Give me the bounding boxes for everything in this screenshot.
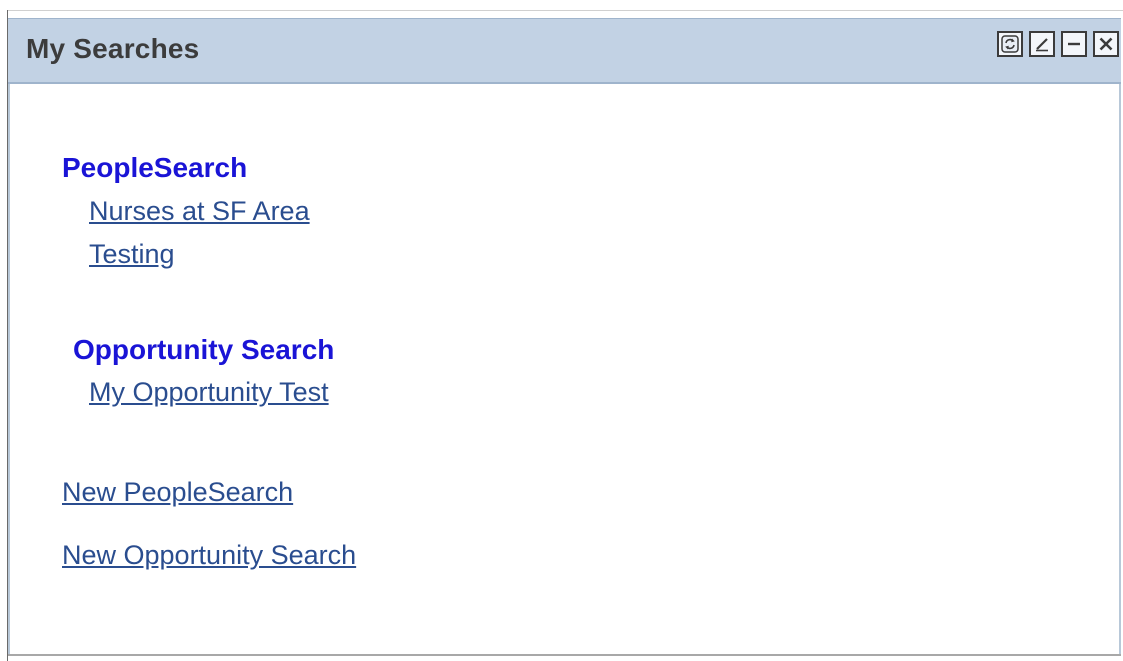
- pagelet-body: PeopleSearch Nurses at SF Area Testing O…: [10, 86, 1119, 654]
- edit-button[interactable]: [1029, 31, 1055, 57]
- minimize-button[interactable]: [1061, 31, 1087, 57]
- pagelet-title: My Searches: [26, 33, 200, 64]
- new-opportunity-search-link[interactable]: New Opportunity Search: [62, 540, 356, 571]
- pagelet-toolbar: [997, 31, 1119, 57]
- new-peoplesearch-link[interactable]: New PeopleSearch: [62, 477, 293, 508]
- pagelet-right-border: [1119, 84, 1121, 656]
- refresh-button[interactable]: [997, 31, 1023, 57]
- pagelet-header: My Searches: [8, 18, 1121, 84]
- saved-search-link[interactable]: Nurses at SF Area: [89, 196, 310, 227]
- pagelet-bottom-border: [8, 654, 1121, 656]
- close-button[interactable]: [1093, 31, 1119, 57]
- saved-search-link[interactable]: My Opportunity Test: [89, 377, 329, 408]
- top-divider: [8, 10, 1123, 11]
- refresh-icon: [1001, 35, 1019, 53]
- group-heading-peoplesearch: PeopleSearch: [62, 152, 248, 183]
- edit-icon: [1036, 38, 1048, 52]
- saved-search-link[interactable]: Testing: [89, 239, 175, 270]
- close-icon: [1099, 37, 1113, 51]
- minimize-icon: [1068, 42, 1080, 46]
- group-heading-opportunity-search: Opportunity Search: [73, 334, 335, 365]
